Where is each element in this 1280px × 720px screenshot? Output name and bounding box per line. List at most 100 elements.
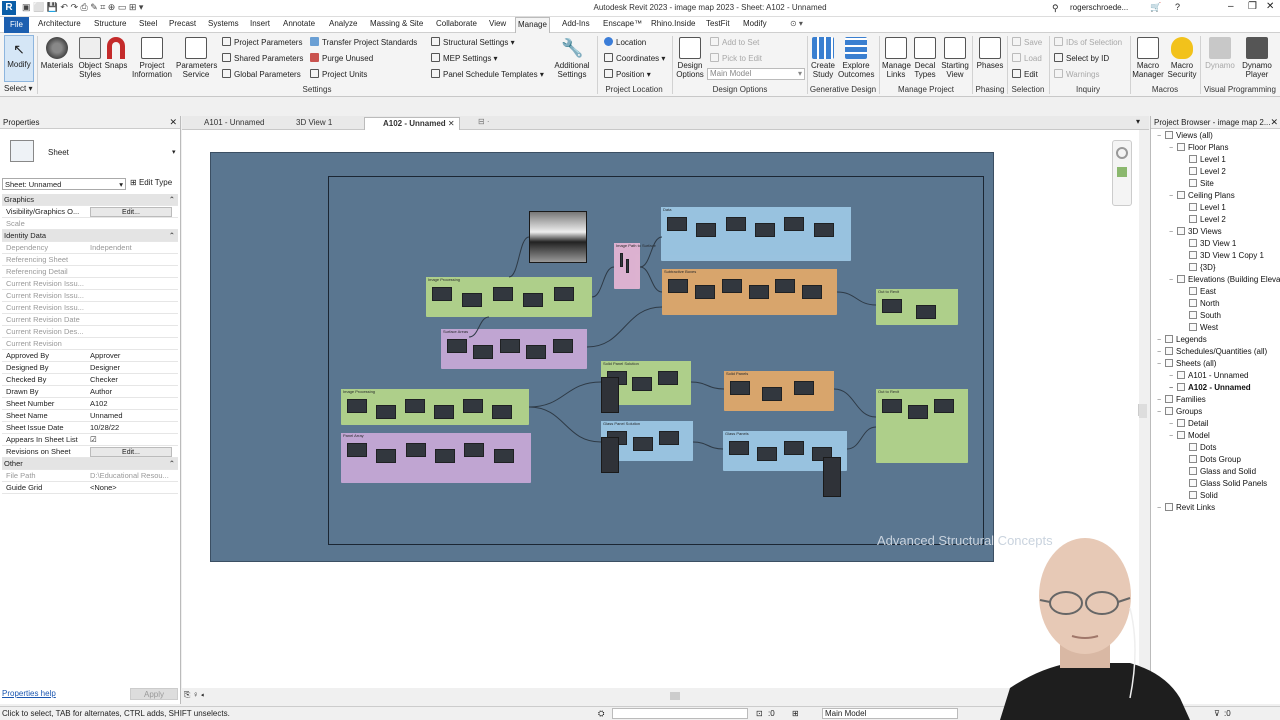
tab-precast[interactable]: Precast <box>167 19 198 28</box>
position-button[interactable]: Position ▾ <box>604 69 651 79</box>
tab-3d-view-1[interactable]: 3D View 1 <box>278 117 358 130</box>
collapse-icon[interactable]: ⌃ <box>169 458 175 470</box>
browser-item[interactable]: Dots <box>1181 442 1216 453</box>
expand-toggle-icon[interactable]: − <box>1169 227 1177 238</box>
property-value[interactable]: Designer <box>90 362 176 374</box>
tab-massing-site[interactable]: Massing & Site <box>368 19 425 28</box>
materials-button[interactable]: Materials <box>40 37 74 70</box>
navigation-bar[interactable] <box>1112 140 1132 206</box>
design-option-select[interactable]: Main Model ▾ <box>707 68 805 80</box>
tab-a102[interactable]: A102 - Unnamed ✕ <box>364 117 460 130</box>
tab-structure[interactable]: Structure <box>92 19 128 28</box>
purge-unused-button[interactable]: Purge Unused <box>310 53 373 63</box>
load-selection-button[interactable]: Load <box>1012 53 1042 63</box>
horizontal-scrollbar[interactable] <box>670 692 680 700</box>
workset-select[interactable] <box>612 708 748 719</box>
tab-file[interactable]: File <box>4 17 29 33</box>
worksets-icon[interactable]: ⛭ <box>598 709 604 719</box>
tab-annotate[interactable]: Annotate <box>281 19 317 28</box>
apply-button[interactable]: Apply <box>130 688 178 700</box>
expand-toggle-icon[interactable]: − <box>1169 431 1177 442</box>
property-value[interactable]: <None> <box>90 482 176 494</box>
modify-button[interactable]: ↖ Modify <box>4 35 34 82</box>
property-row[interactable]: Revisions on Sheet Edit... <box>2 446 178 458</box>
browser-item[interactable]: − Ceiling Plans <box>1169 190 1235 202</box>
tab-architecture[interactable]: Architecture <box>36 19 83 28</box>
restore-button[interactable]: ❐ <box>1248 1 1257 12</box>
properties-help-link[interactable]: Properties help <box>2 689 56 698</box>
property-row[interactable]: Referencing Sheet <box>2 254 178 266</box>
select-by-id-button[interactable]: Select by ID <box>1054 53 1109 63</box>
property-row[interactable]: Visibility/Graphics O... Edit... <box>2 206 178 218</box>
browser-item[interactable]: − Model <box>1169 430 1210 442</box>
browser-item[interactable]: South <box>1181 310 1221 321</box>
close-button[interactable]: ✕ <box>1266 1 1274 12</box>
expand-toggle-icon[interactable]: − <box>1157 395 1165 406</box>
expand-toggle-icon[interactable]: − <box>1157 131 1165 142</box>
property-value[interactable]: A102 <box>90 398 176 410</box>
editable-only-icon[interactable]: ⊡ <box>756 709 763 718</box>
browser-item[interactable]: Level 2 <box>1181 214 1226 225</box>
macro-security-button[interactable]: Macro Security <box>1166 37 1198 79</box>
tab-a101[interactable]: A101 - Unnamed <box>186 117 272 130</box>
browser-item[interactable]: − Detail <box>1169 418 1208 430</box>
browser-item[interactable]: 3D View 1 Copy 1 <box>1181 250 1264 261</box>
browser-item[interactable]: Glass Solid Panels <box>1181 478 1267 489</box>
steering-wheel-icon[interactable] <box>1116 147 1128 159</box>
tab-menu-icon[interactable]: ⊟ · <box>478 117 490 126</box>
parameters-service-button[interactable]: Parameters Service <box>176 37 217 79</box>
manage-links-button[interactable]: Manage Links <box>882 37 911 79</box>
property-row[interactable]: Drawn By Author <box>2 386 178 398</box>
mep-settings-button[interactable]: MEP Settings ▾ <box>431 53 498 63</box>
panel-schedule-templates-button[interactable]: Panel Schedule Templates ▾ <box>431 69 544 79</box>
quick-access-toolbar[interactable]: ▣ ⬜ 💾 ↶ ↷ ⎙ ✎ ⌗ ⊕ ▭ ⊞ ▾ <box>22 2 143 15</box>
tab-modify[interactable]: Modify <box>741 19 769 28</box>
property-edit-button[interactable]: Edit... <box>90 207 172 217</box>
sheet-view[interactable]: Image Processing Surface Areas Image Proce… <box>210 152 1053 562</box>
property-row[interactable]: Current Revision Date <box>2 314 178 326</box>
global-parameters-button[interactable]: Global Parameters <box>222 69 301 79</box>
macro-manager-button[interactable]: Macro Manager <box>1132 37 1164 79</box>
select-dropdown[interactable]: Select ▾ <box>4 84 32 93</box>
expand-toggle-icon[interactable]: − <box>1157 335 1165 346</box>
property-row[interactable]: Designed By Designer <box>2 362 178 374</box>
tab-add-ins[interactable]: Add-Ins <box>560 19 592 28</box>
edit-selection-button[interactable]: Edit <box>1012 69 1038 79</box>
browser-item[interactable]: Site <box>1181 178 1214 189</box>
property-row[interactable]: Checked By Checker <box>2 374 178 386</box>
browser-item[interactable]: Glass and Solid <box>1181 466 1256 477</box>
tab-manage[interactable]: Manage <box>515 17 550 33</box>
tab-enscape[interactable]: Enscape™ <box>601 19 644 28</box>
property-row[interactable]: Sheet Name Unnamed <box>2 410 178 422</box>
property-category[interactable]: Other ⌃ <box>2 458 178 470</box>
browser-item[interactable]: Level 1 <box>1181 202 1226 213</box>
instance-filter-select[interactable]: Sheet: Unnamed ▾ <box>2 178 126 190</box>
property-category[interactable]: Identity Data ⌃ <box>2 230 178 242</box>
tab-systems[interactable]: Systems <box>206 19 241 28</box>
browser-item[interactable]: − Revit Links <box>1157 502 1215 514</box>
property-edit-button[interactable]: Edit... <box>90 447 172 457</box>
browser-item[interactable]: − Families <box>1157 394 1206 406</box>
splitter-handle[interactable] <box>1139 404 1147 418</box>
close-icon[interactable]: ✕ <box>1270 116 1278 129</box>
property-row[interactable]: Current Revision Issu... <box>2 302 178 314</box>
shared-parameters-button[interactable]: Shared Parameters <box>222 53 303 63</box>
expand-toggle-icon[interactable]: − <box>1157 347 1165 358</box>
property-value[interactable]: Author <box>90 386 176 398</box>
create-study-button[interactable]: Create Study <box>810 37 836 79</box>
property-row[interactable]: Appears In Sheet List ☑ <box>2 434 178 446</box>
property-row[interactable]: Current Revision Des... <box>2 326 178 338</box>
edit-type-button[interactable]: ⊞ Edit Type <box>130 178 172 187</box>
expand-toggle-icon[interactable]: − <box>1157 407 1165 418</box>
tab-overflow-icon[interactable]: ⊙ ▾ <box>788 19 805 28</box>
close-tab-icon[interactable]: ✕ <box>448 119 455 128</box>
property-row[interactable]: Guide Grid <None> <box>2 482 178 494</box>
property-row[interactable]: Dependency Independent <box>2 242 178 254</box>
browser-item[interactable]: − Groups <box>1157 406 1202 418</box>
browser-item[interactable]: − Views (all) <box>1157 130 1213 142</box>
property-row[interactable]: Current Revision Issu... <box>2 278 178 290</box>
coordinates-button[interactable]: Coordinates ▾ <box>604 53 665 63</box>
project-parameters-button[interactable]: Project Parameters <box>222 37 302 47</box>
property-row[interactable]: Sheet Number A102 <box>2 398 178 410</box>
property-value[interactable]: Checker <box>90 374 176 386</box>
